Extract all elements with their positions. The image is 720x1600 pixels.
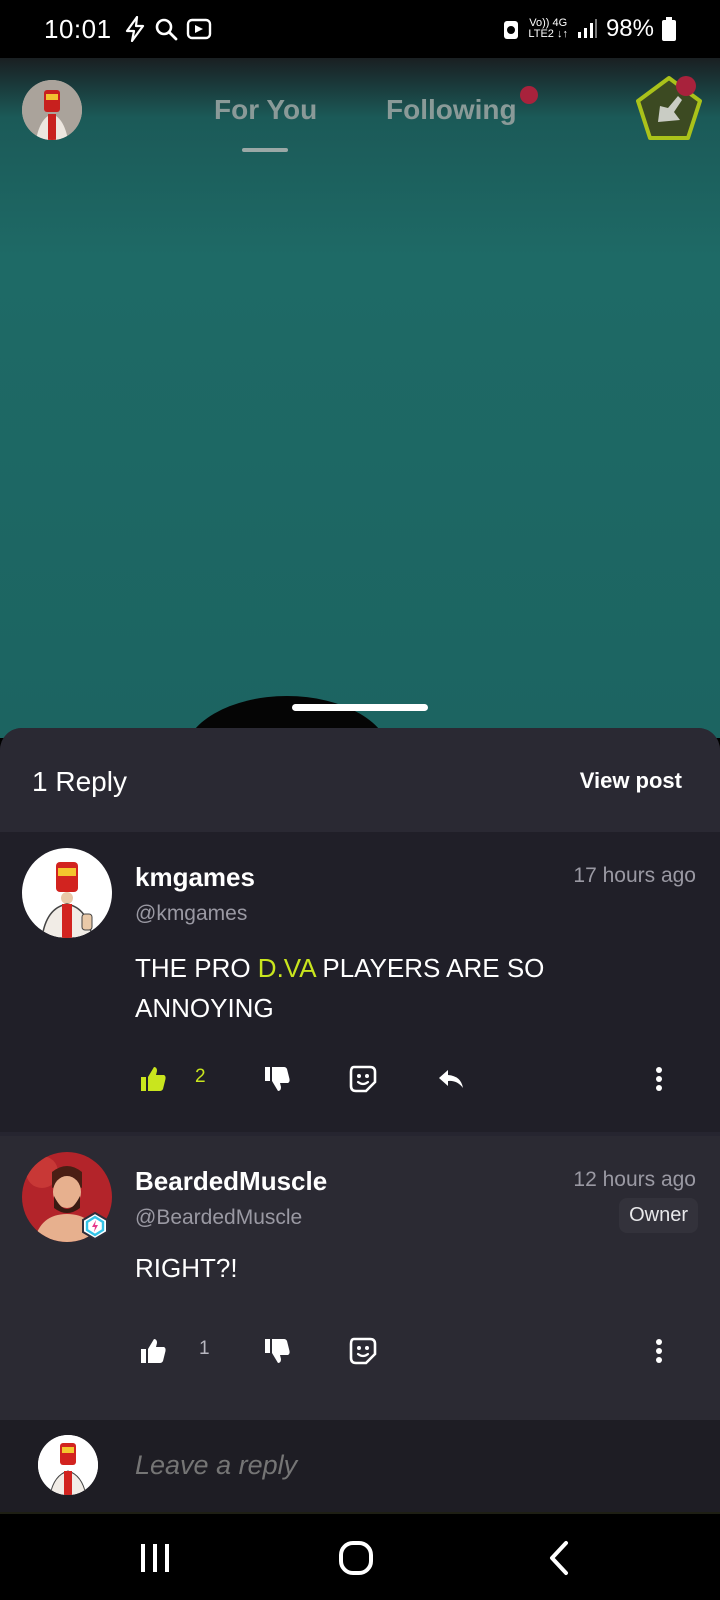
comment-actions: 1	[0, 1336, 720, 1376]
signal-icon	[577, 19, 597, 38]
bolt-icon	[125, 16, 144, 42]
comment-avatar[interactable]	[22, 848, 112, 938]
status-bar: 10:01 Vo)) 4G LTE2 ↓↑ 98%	[0, 0, 720, 58]
reply-input[interactable]	[135, 1450, 655, 1481]
thumbs-down-icon[interactable]	[262, 1064, 292, 1094]
comment-item: kmgames @kmgames 17 hours ago THE PRO D.…	[0, 832, 720, 1132]
comment-author-handle: @kmgames	[135, 902, 248, 925]
badge-notification-dot	[676, 76, 696, 96]
comment-text: THE PRO D.VA PLAYERS ARE SO ANNOYING	[135, 948, 655, 1028]
more-icon[interactable]	[652, 1336, 666, 1366]
system-nav-bar	[0, 1512, 720, 1600]
drag-handle[interactable]	[292, 704, 428, 711]
view-post-button[interactable]: View post	[580, 768, 682, 794]
comments-sheet: 1 Reply View post kmgames @kmgames 17 ho…	[0, 728, 720, 1512]
creator-badge-icon	[82, 1212, 108, 1240]
status-left-icons	[124, 16, 212, 42]
like-count: 2	[195, 1066, 206, 1087]
comment-author-name[interactable]: BeardedMuscle	[135, 1166, 327, 1197]
thumbs-up-icon[interactable]	[138, 1336, 168, 1366]
thumbs-up-icon[interactable]	[138, 1064, 168, 1094]
top-nav: For You Following	[0, 58, 720, 168]
comment-text-highlight[interactable]: D.VA	[258, 953, 315, 983]
network-indicator: Vo)) 4G LTE2 ↓↑	[528, 18, 568, 40]
comment-item: BeardedMuscle @BeardedMuscle 12 hours ag…	[0, 1136, 720, 1420]
owner-badge: Owner	[619, 1198, 698, 1233]
current-user-avatar	[38, 1435, 98, 1495]
network-bottom: LTE2 ↓↑	[528, 28, 568, 40]
reply-icon[interactable]	[436, 1064, 466, 1094]
comment-text: RIGHT?!	[135, 1253, 238, 1283]
sticker-icon[interactable]	[348, 1336, 378, 1366]
like-count: 1	[199, 1338, 210, 1359]
comment-author-handle: @BeardedMuscle	[135, 1206, 303, 1229]
comment-timestamp: 17 hours ago	[573, 864, 696, 887]
comment-timestamp: 12 hours ago	[573, 1168, 696, 1191]
user-avatar[interactable]	[22, 80, 82, 140]
back-icon[interactable]	[548, 1540, 570, 1576]
tab-for-you[interactable]: For You	[214, 94, 317, 126]
comment-author-name[interactable]: kmgames	[135, 862, 255, 893]
sticker-icon[interactable]	[348, 1064, 378, 1094]
recents-icon[interactable]	[138, 1542, 172, 1574]
thumbs-down-icon[interactable]	[262, 1336, 292, 1366]
reply-count: 1 Reply	[32, 766, 127, 797]
tab-active-indicator	[242, 148, 288, 152]
comment-actions: 2	[0, 1064, 720, 1104]
more-icon[interactable]	[652, 1064, 666, 1094]
sheet-header: 1 Reply View post	[0, 728, 720, 832]
battery-icon	[662, 17, 676, 41]
battery-percent: 98%	[605, 15, 654, 42]
tab-following[interactable]: Following	[386, 94, 517, 126]
status-right: Vo)) 4G LTE2 ↓↑ 98%	[502, 15, 676, 43]
reply-bar	[0, 1420, 720, 1512]
cast-icon	[186, 18, 211, 40]
home-icon[interactable]	[338, 1540, 374, 1576]
status-time: 10:01	[44, 13, 112, 44]
notification-dot	[520, 86, 538, 104]
search-icon	[155, 18, 177, 41]
alarm-icon	[504, 21, 519, 39]
comment-text-part: THE PRO	[135, 953, 258, 983]
